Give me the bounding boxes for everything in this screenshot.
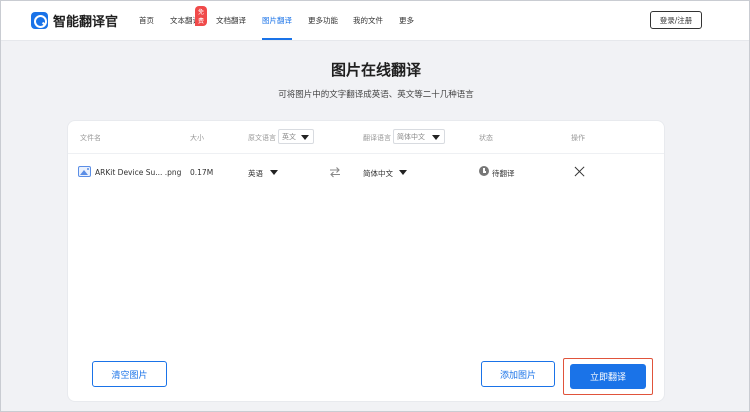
nav-home[interactable]: 首页 [139, 15, 154, 26]
header-filename: 文件名 [80, 134, 101, 142]
nav-more-features[interactable]: 更多功能 [308, 15, 338, 26]
logo-text: 智能翻译官 [53, 15, 119, 30]
translate-now-button[interactable]: 立即翻译 [570, 364, 646, 389]
header-source-select-value: 英文 [282, 132, 296, 141]
page-title: 图片在线翻译 [330, 61, 421, 79]
translate-button-highlight: 立即翻译 [563, 358, 653, 395]
header-size: 大小 [190, 134, 204, 142]
table-row: ARKit Device Su... .png 0.17M 英语 简体中文 待翻… [68, 161, 664, 185]
header-source-select[interactable]: 英文 [278, 129, 314, 144]
clear-images-button[interactable]: 清空图片 [92, 361, 167, 387]
chevron-down-icon [270, 170, 278, 175]
row-status: 待翻译 [492, 169, 515, 178]
nav-more[interactable]: 更多 [399, 15, 414, 26]
chevron-down-icon [399, 170, 407, 175]
chevron-down-icon [432, 135, 440, 140]
row-size: 0.17M [190, 168, 214, 177]
header-status: 状态 [479, 134, 493, 142]
header-source-lang: 原文语言 [248, 134, 276, 142]
row-target-lang: 简体中文 [363, 169, 393, 178]
row-filename: ARKit Device Su... .png [95, 168, 182, 177]
nav-doc-translate[interactable]: 文档翻译 [216, 15, 246, 26]
free-badge: 免费 [195, 6, 208, 26]
row-source-lang-select[interactable]: 英语 [248, 164, 280, 180]
top-header: 智能翻译官 首页 文本翻译 免费 文档翻译 图片翻译 更多功能 我的文件 更多 … [1, 1, 749, 41]
chevron-down-icon [301, 135, 309, 140]
close-icon[interactable] [574, 166, 585, 177]
header-target-lang: 翻译语言 [363, 134, 391, 142]
swap-icon[interactable] [329, 166, 341, 178]
nav-image-translate[interactable]: 图片翻译 [262, 15, 292, 40]
image-file-icon [78, 166, 91, 177]
header-action: 操作 [571, 134, 585, 142]
page-subtitle: 可将图片中的文字翻译成英语、英文等二十几种语言 [278, 90, 474, 100]
logo-icon [31, 12, 48, 29]
header-divider [68, 153, 664, 154]
header-target-select[interactable]: 简体中文 [393, 129, 445, 144]
header-target-select-value: 简体中文 [397, 132, 425, 141]
nav-my-files[interactable]: 我的文件 [353, 15, 383, 26]
add-image-button[interactable]: 添加图片 [481, 361, 555, 387]
translate-panel: 文件名 大小 原文语言 英文 翻译语言 简体中文 状态 操作 ARKit Dev… [67, 120, 665, 402]
row-source-lang: 英语 [248, 169, 263, 178]
logo[interactable]: 智能翻译官 [31, 11, 118, 30]
login-button[interactable]: 登录/注册 [650, 11, 702, 29]
clock-icon [479, 166, 489, 176]
row-target-lang-select[interactable]: 简体中文 [363, 164, 409, 180]
